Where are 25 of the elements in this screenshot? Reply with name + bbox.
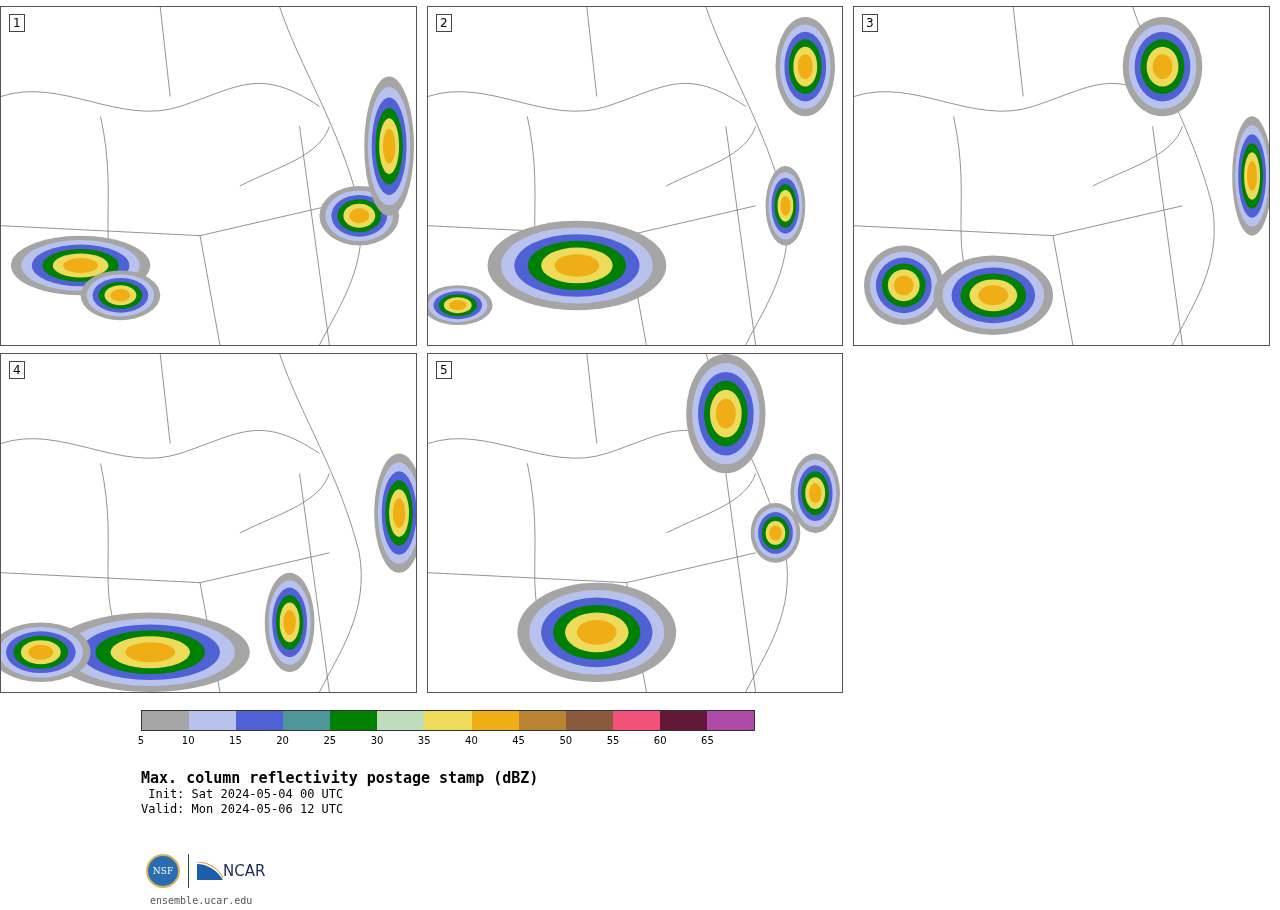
tick-label: 55 xyxy=(606,735,620,746)
tick-label: 60 xyxy=(653,735,667,746)
panel-number: 1 xyxy=(9,14,25,32)
swoosh-icon xyxy=(197,862,223,880)
panel-number: 2 xyxy=(436,14,452,32)
tick-label: 10 xyxy=(181,735,195,746)
tick-label: 40 xyxy=(465,735,478,746)
tick-label: 20 xyxy=(276,735,289,746)
tick-label: 25 xyxy=(323,735,337,746)
plot-title: Max. column reflectivity postage stamp (dBZ) xyxy=(141,769,540,787)
panel-number: 5 xyxy=(436,361,452,379)
valid-time: Valid: Mon 2024-05-06 12 UTC xyxy=(141,802,345,817)
website-url: ensemble.ucar.edu xyxy=(150,895,254,906)
tick-label: 15 xyxy=(229,735,242,746)
tick-label: 5 xyxy=(137,735,145,746)
seal-logo: NSF xyxy=(146,854,180,888)
panel-number: 4 xyxy=(9,361,25,379)
tick-label: 50 xyxy=(559,735,573,746)
tick-label: 30 xyxy=(370,735,384,746)
panel-number: 3 xyxy=(862,14,878,32)
tick-label: 35 xyxy=(417,735,431,746)
tick-label: 45 xyxy=(512,735,525,746)
logo-wordmark: NCAR xyxy=(223,862,266,880)
tick-label: 65 xyxy=(701,735,714,746)
init-time: Init: Sat 2024-05-04 00 UTC xyxy=(147,787,345,802)
